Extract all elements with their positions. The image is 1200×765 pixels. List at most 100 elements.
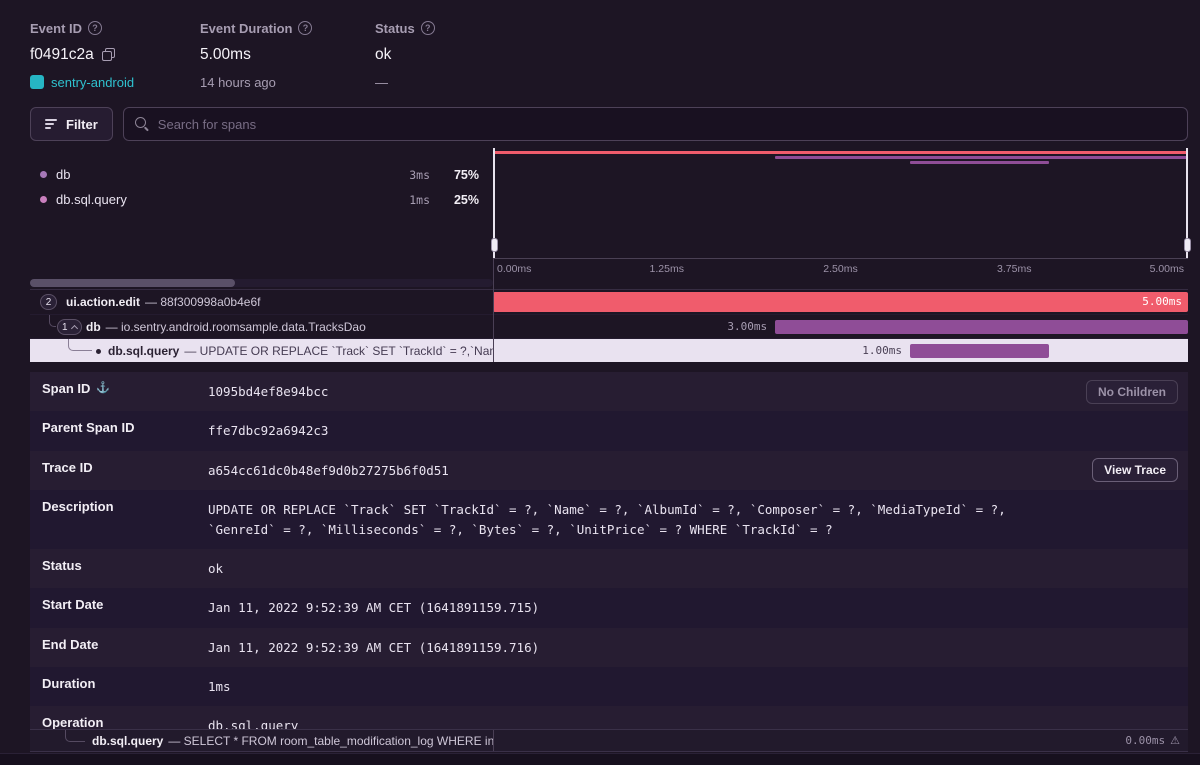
tree-chart-divider: [493, 730, 494, 751]
detail-label-text: Description: [42, 499, 114, 514]
op-percentage: 75%: [439, 168, 479, 182]
axis-tick: 1.25ms: [650, 263, 684, 275]
op-name: db.sql.query: [56, 192, 375, 207]
badge-count: 1: [62, 322, 68, 333]
span-children-badge[interactable]: 1: [57, 319, 82, 335]
status-label-row: Status ?: [375, 20, 435, 36]
detail-value: a654cc61dc0b48ef9d0b27275b6f0d51 View Tr…: [208, 451, 1188, 490]
filter-icon: [45, 119, 57, 129]
detail-value: ffe7dbc92a6942c3: [208, 411, 1188, 450]
span-row-bar-cell: 0.00ms ⚠: [493, 730, 1188, 751]
tree-scrollbar: [30, 279, 493, 287]
event-duration-label: Event Duration: [200, 21, 292, 36]
status-label: Status: [375, 21, 415, 36]
detail-label: Status: [30, 549, 208, 588]
filter-button[interactable]: Filter: [30, 107, 113, 141]
span-op: ui.action.edit: [66, 295, 140, 309]
event-id-value: f0491c2a: [30, 46, 94, 64]
project-row: sentry-android: [30, 74, 200, 90]
span-row-bar-cell: 3.00ms: [493, 315, 1188, 338]
span-row-select-query[interactable]: db.sql.query — SELECT * FROM room_table_…: [30, 729, 1188, 752]
span-duration-bar: 5.00ms: [493, 292, 1188, 312]
anchor-link-icon[interactable]: ⚓: [96, 381, 110, 394]
span-duration-value: 0.00ms: [1125, 734, 1165, 747]
project-icon: [30, 75, 44, 89]
bottom-scrollbar-track: [0, 753, 1200, 765]
span-op: db.sql.query: [92, 734, 163, 748]
minimap: db 3ms 75% db.sql.query 1ms 25% 0.: [30, 148, 1188, 276]
operations-breakdown: db 3ms 75% db.sql.query 1ms 25%: [30, 148, 493, 276]
status-meta: —: [375, 75, 388, 90]
drag-grip[interactable]: [491, 238, 498, 252]
help-icon[interactable]: ?: [298, 21, 312, 35]
start-date-value: Jan 11, 2022 9:52:39 AM CET (1641891159.…: [208, 600, 539, 615]
search-input[interactable]: [158, 117, 1176, 132]
detail-label-text: Start Date: [42, 597, 103, 612]
detail-label-text: Parent Span ID: [42, 420, 134, 435]
minimap-span-bar: [775, 156, 1188, 159]
leaf-bullet: [96, 349, 101, 354]
op-color-dot: [40, 171, 47, 178]
drag-grip[interactable]: [1184, 238, 1191, 252]
status-value-row: ok: [375, 45, 435, 64]
description-value: UPDATE OR REPLACE `Track` SET `TrackId` …: [208, 502, 1006, 536]
detail-row-parent-span-id: Parent Span ID ffe7dbc92a6942c3: [30, 411, 1188, 450]
status-meta-row: —: [375, 74, 435, 90]
event-meta-header: Event ID ? f0491c2a sentry-android Event…: [0, 0, 1200, 100]
view-trace-button[interactable]: View Trace: [1092, 458, 1178, 482]
copy-icon[interactable]: [102, 48, 115, 61]
project-link[interactable]: sentry-android: [51, 75, 134, 90]
span-toolbar: Filter: [30, 107, 1188, 141]
minimap-left-handle[interactable]: [493, 148, 495, 258]
span-children-badge[interactable]: 2: [40, 294, 57, 310]
event-id-label: Event ID: [30, 21, 82, 36]
sentry-span-detail-page: Event ID ? f0491c2a sentry-android Event…: [0, 0, 1200, 765]
trace-view: db 3ms 75% db.sql.query 1ms 25% 0.: [30, 148, 1188, 362]
minimap-right-handle[interactable]: [1186, 148, 1188, 258]
op-name: db: [56, 167, 375, 182]
minimap-span-bar: [910, 161, 1049, 164]
span-row-ui-action-edit[interactable]: 2 ui.action.edit — 88f300998a0b4e6f 5.00…: [30, 290, 1188, 314]
no-children-button[interactable]: No Children: [1086, 380, 1178, 404]
search-box: [123, 107, 1188, 141]
span-row-label-cell: db.sql.query — UPDATE OR REPLACE `Track`…: [30, 339, 493, 362]
span-duration-value: 3.00ms: [727, 320, 767, 333]
span-description: — 88f300998a0b4e6f: [145, 295, 260, 309]
parent-span-id-value: ffe7dbc92a6942c3: [208, 423, 328, 438]
span-row-bar-cell: 1.00ms: [493, 339, 1188, 362]
op-duration: 3ms: [384, 168, 430, 182]
axis-tick: 0.00ms: [497, 263, 531, 275]
detail-value: 1095bd4ef8e94bcc No Children: [208, 372, 1188, 411]
warning-icon: ⚠: [1170, 734, 1180, 747]
detail-value: ok: [208, 549, 1188, 588]
help-icon[interactable]: ?: [421, 21, 435, 35]
detail-label-text: Duration: [42, 676, 95, 691]
event-id-column: Event ID ? f0491c2a sentry-android: [30, 20, 200, 100]
event-duration-column: Event Duration ? 5.00ms 14 hours ago: [200, 20, 375, 100]
span-duration-value: 1.00ms: [862, 344, 902, 357]
status-value: ok: [375, 46, 391, 64]
detail-value: 1ms: [208, 667, 1188, 706]
axis-tick: 3.75ms: [997, 263, 1031, 275]
detail-row-description: Description UPDATE OR REPLACE `Track` SE…: [30, 490, 1188, 549]
event-age-row: 14 hours ago: [200, 74, 375, 90]
minimap-chart: 0.00ms 1.25ms 2.50ms 3.75ms 5.00ms: [493, 148, 1188, 276]
span-op: db.sql.query: [108, 344, 179, 358]
search-icon: [135, 117, 149, 131]
tree-scroll-band: [30, 276, 1188, 290]
detail-label: Parent Span ID: [30, 411, 208, 450]
span-row-bar-cell: 5.00ms: [493, 290, 1188, 314]
event-id-value-row: f0491c2a: [30, 45, 200, 64]
span-row-db[interactable]: 1 db — io.sentry.android.roomsample.data…: [30, 314, 1188, 338]
span-row-db-sql-query-selected[interactable]: db.sql.query — UPDATE OR REPLACE `Track`…: [30, 338, 1188, 362]
minimap-span-bar: [493, 151, 1188, 154]
event-age: 14 hours ago: [200, 75, 276, 90]
help-icon[interactable]: ?: [88, 21, 102, 35]
event-id-label-row: Event ID ?: [30, 20, 200, 36]
op-color-dot: [40, 196, 47, 203]
filter-button-label: Filter: [66, 117, 98, 132]
scrollbar-thumb[interactable]: [30, 279, 235, 287]
time-axis: 0.00ms 1.25ms 2.50ms 3.75ms 5.00ms: [493, 258, 1188, 276]
event-duration-value-row: 5.00ms: [200, 45, 375, 64]
detail-row-trace-id: Trace ID a654cc61dc0b48ef9d0b27275b6f0d5…: [30, 451, 1188, 490]
